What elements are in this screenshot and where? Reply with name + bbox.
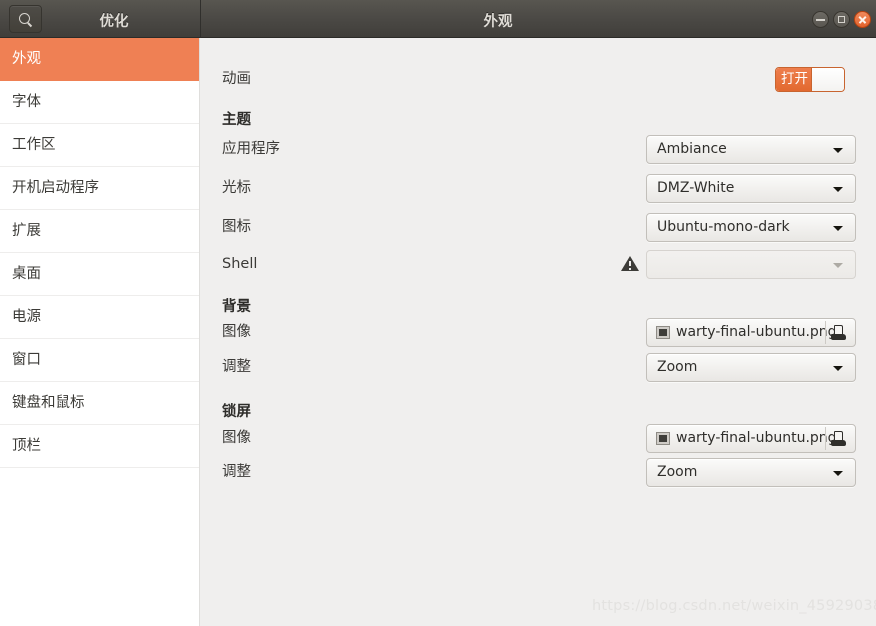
- open-file-tray: [831, 440, 846, 446]
- open-file-icon[interactable]: [831, 325, 847, 340]
- lockscreen-image-filename: warty-final-ubuntu.png: [676, 430, 837, 446]
- row-shell-theme: Shell: [200, 249, 876, 279]
- sidebar-item-workspaces[interactable]: 工作区: [0, 124, 199, 167]
- sidebar-item-extensions[interactable]: 扩展: [0, 210, 199, 253]
- section-theme-title: 主题: [222, 112, 251, 128]
- icon-theme-label: 图标: [222, 219, 251, 235]
- application-theme-dropdown[interactable]: Ambiance: [646, 135, 856, 164]
- background-image-label: 图像: [222, 324, 251, 340]
- minimize-icon: [816, 19, 825, 21]
- row-lockscreen-image: 图像 warty-final-ubuntu.png: [200, 423, 876, 453]
- lockscreen-image-file-chooser[interactable]: warty-final-ubuntu.png: [646, 424, 856, 453]
- chevron-down-icon: [833, 226, 843, 231]
- icon-theme-value: Ubuntu-mono-dark: [657, 219, 790, 235]
- lockscreen-adjustment-dropdown[interactable]: Zoom: [646, 458, 856, 487]
- chevron-down-icon: [833, 471, 843, 476]
- warning-icon: [621, 255, 639, 272]
- sidebar-item-desktop[interactable]: 桌面: [0, 253, 199, 296]
- application-theme-label: 应用程序: [222, 141, 280, 157]
- page-title: 外观: [483, 14, 513, 30]
- row-background-image: 图像 warty-final-ubuntu.png: [200, 317, 876, 347]
- sidebar: 外观 字体 工作区 开机启动程序 扩展 桌面 电源 窗口 键盘和鼠标 顶栏: [0, 38, 200, 626]
- animation-toggle-knob: [811, 68, 844, 91]
- sidebar-item-appearance[interactable]: 外观: [0, 38, 199, 81]
- section-lockscreen-title: 锁屏: [222, 404, 251, 420]
- open-file-icon[interactable]: [831, 431, 847, 446]
- lockscreen-adjustment-value: Zoom: [657, 464, 698, 480]
- chevron-down-icon: [833, 366, 843, 371]
- cursor-theme-value: DMZ-White: [657, 180, 735, 196]
- lockscreen-image-label: 图像: [222, 430, 251, 446]
- sidebar-item-keyboard-mouse[interactable]: 键盘和鼠标: [0, 382, 199, 425]
- icon-theme-dropdown[interactable]: Ubuntu-mono-dark: [646, 213, 856, 242]
- settings-panel: 动画 打开 主题 应用程序 Ambiance 光标 DMZ-White 图标 U…: [200, 38, 876, 626]
- maximize-icon: [838, 16, 845, 23]
- section-background-title: 背景: [222, 299, 251, 315]
- chevron-down-icon: [833, 263, 843, 268]
- warning-exclamation-dot: [629, 267, 631, 270]
- image-thumbnail-icon: [656, 326, 670, 339]
- close-button[interactable]: [854, 11, 871, 28]
- image-thumbnail-icon: [656, 432, 670, 445]
- file-chooser-divider: [825, 427, 826, 450]
- tweaks-window: 优化 外观 外观 字体 工作区 开机启动程序 扩展 桌面 电源 窗口 键盘和鼠标…: [0, 0, 876, 626]
- sidebar-item-top-bar[interactable]: 顶栏: [0, 425, 199, 468]
- cursor-theme-label: 光标: [222, 180, 251, 196]
- row-lockscreen-adjustment: 调整 Zoom: [200, 457, 876, 487]
- row-application-theme: 应用程序 Ambiance: [200, 134, 876, 164]
- file-chooser-divider: [825, 321, 826, 344]
- background-adjustment-dropdown[interactable]: Zoom: [646, 353, 856, 382]
- shell-theme-label: Shell: [222, 256, 258, 272]
- background-image-filename: warty-final-ubuntu.png: [676, 324, 837, 340]
- animation-toggle[interactable]: 打开: [775, 67, 845, 92]
- animation-label: 动画: [222, 71, 251, 87]
- cursor-theme-dropdown[interactable]: DMZ-White: [646, 174, 856, 203]
- warning-exclamation-stem: [629, 261, 631, 266]
- application-theme-value: Ambiance: [657, 141, 727, 157]
- row-animation: 动画 打开: [200, 64, 876, 94]
- titlebar: 优化 外观: [0, 0, 876, 38]
- lockscreen-adjustment-label: 调整: [222, 464, 251, 480]
- watermark: https://blog.csdn.net/weixin_45929038: [592, 598, 876, 614]
- background-image-file-chooser[interactable]: warty-final-ubuntu.png: [646, 318, 856, 347]
- sidebar-item-power[interactable]: 电源: [0, 296, 199, 339]
- open-file-tray: [831, 334, 846, 340]
- row-cursor-theme: 光标 DMZ-White: [200, 173, 876, 203]
- sidebar-item-startup-applications[interactable]: 开机启动程序: [0, 167, 199, 210]
- chevron-down-icon: [833, 187, 843, 192]
- minimize-button[interactable]: [812, 11, 829, 28]
- animation-toggle-state: 打开: [776, 68, 813, 91]
- row-icon-theme: 图标 Ubuntu-mono-dark: [200, 212, 876, 242]
- background-adjustment-label: 调整: [222, 359, 251, 375]
- sidebar-item-windows[interactable]: 窗口: [0, 339, 199, 382]
- row-background-adjustment: 调整 Zoom: [200, 352, 876, 382]
- sidebar-item-fonts[interactable]: 字体: [0, 81, 199, 124]
- shell-theme-dropdown: [646, 250, 856, 279]
- chevron-down-icon: [833, 148, 843, 153]
- background-adjustment-value: Zoom: [657, 359, 698, 375]
- app-name-label: 优化: [99, 14, 129, 30]
- maximize-button[interactable]: [833, 11, 850, 28]
